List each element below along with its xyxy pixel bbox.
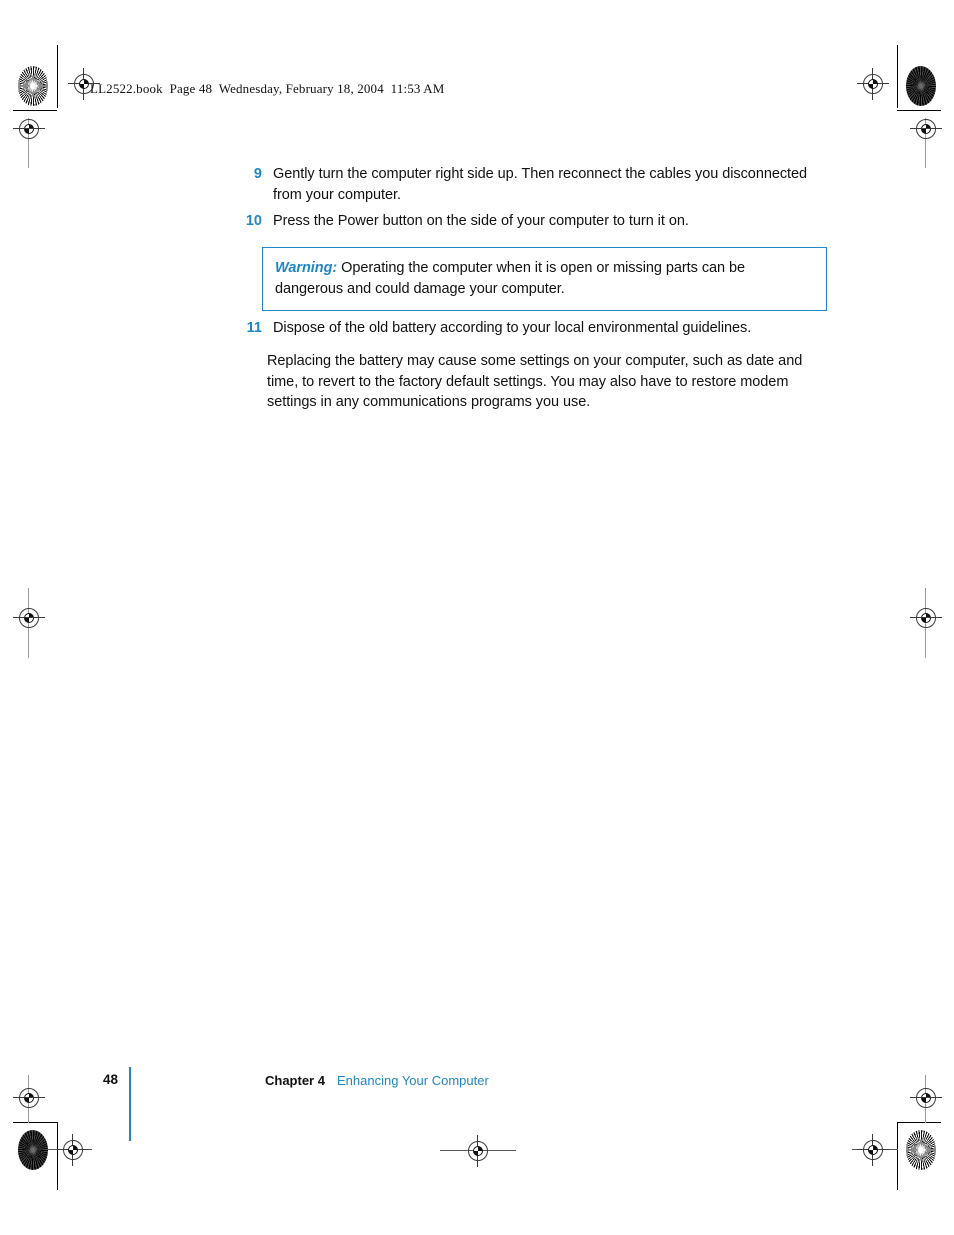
color-registration-starburst-bottom-right bbox=[906, 1130, 936, 1170]
trim-rule-bottom-right bbox=[897, 1122, 898, 1190]
step-text: Press the Power button on the side of yo… bbox=[273, 213, 689, 229]
step-number: 11 bbox=[246, 320, 262, 336]
registration-target-lower-left-corner bbox=[13, 1087, 45, 1109]
footer-chapter-label: Chapter 4 bbox=[265, 1073, 325, 1088]
warning-text-block: Warning: Operating the computer when it … bbox=[275, 258, 813, 299]
crosshair-horizontal bbox=[910, 1097, 942, 1098]
registration-target-upper-right-corner bbox=[910, 118, 942, 140]
target-core bbox=[921, 613, 931, 623]
footer-chapter-title: Enhancing Your Computer bbox=[337, 1073, 489, 1088]
target-core bbox=[24, 1093, 34, 1103]
body-paragraph: Replacing the battery may cause some set… bbox=[267, 353, 803, 410]
warning-callout-box: Warning: Operating the computer when it … bbox=[262, 247, 827, 311]
trim-rule-bottom-left bbox=[57, 1122, 58, 1190]
trim-rule-right-lower bbox=[897, 1122, 941, 1123]
crosshair-horizontal bbox=[13, 128, 45, 129]
trim-rule-right-upper bbox=[897, 110, 941, 111]
target-core bbox=[868, 1145, 878, 1155]
warning-label: Warning: bbox=[275, 260, 338, 276]
footer-accent-rule bbox=[129, 1067, 131, 1141]
color-registration-starburst-bottom-left bbox=[18, 1130, 48, 1170]
color-registration-starburst-top-right bbox=[906, 66, 936, 106]
trim-rule-top-right bbox=[897, 45, 898, 108]
warning-body: Operating the computer when it is open o… bbox=[275, 260, 746, 297]
registration-target-bottom-center bbox=[467, 1135, 489, 1167]
trim-rule-left-upper bbox=[13, 110, 57, 111]
numbered-step-11: 11 Dispose of the old battery according … bbox=[240, 318, 820, 339]
registration-target-top-right bbox=[857, 68, 889, 100]
crosshair-horizontal bbox=[13, 1097, 45, 1098]
footer-page-number: 48 bbox=[103, 1072, 119, 1087]
registration-target-middle-left bbox=[13, 607, 45, 629]
target-core bbox=[921, 1093, 931, 1103]
target-core bbox=[921, 124, 931, 134]
step-text: Gently turn the computer right side up. … bbox=[273, 166, 808, 203]
step-number: 9 bbox=[253, 166, 262, 182]
target-core bbox=[24, 613, 34, 623]
registration-target-lower-right-corner bbox=[910, 1087, 942, 1109]
step-text: Dispose of the old battery according to … bbox=[273, 320, 752, 336]
crosshair-horizontal bbox=[13, 617, 45, 618]
target-core bbox=[68, 1145, 78, 1155]
target-core bbox=[868, 79, 878, 89]
registration-target-upper-left-corner bbox=[13, 118, 45, 140]
target-core bbox=[473, 1146, 483, 1156]
color-registration-starburst-top-left bbox=[18, 66, 48, 106]
trim-rule-top-left bbox=[57, 45, 58, 108]
target-core bbox=[79, 79, 89, 89]
target-core bbox=[24, 124, 34, 134]
trim-rule-left-lower bbox=[13, 1122, 57, 1123]
header-file-slug: LL2522.book Page 48 Wednesday, February … bbox=[90, 81, 445, 96]
registration-target-bottom-right bbox=[857, 1134, 889, 1166]
numbered-step-9: 9 Gently turn the computer right side up… bbox=[240, 164, 820, 205]
numbered-step-10: 10 Press the Power button on the side of… bbox=[240, 211, 820, 232]
step-number: 10 bbox=[245, 213, 262, 229]
crosshair-horizontal bbox=[910, 617, 942, 618]
crosshair-horizontal bbox=[910, 128, 942, 129]
registration-target-bottom-left bbox=[57, 1134, 89, 1166]
registration-target-middle-right bbox=[910, 607, 942, 629]
